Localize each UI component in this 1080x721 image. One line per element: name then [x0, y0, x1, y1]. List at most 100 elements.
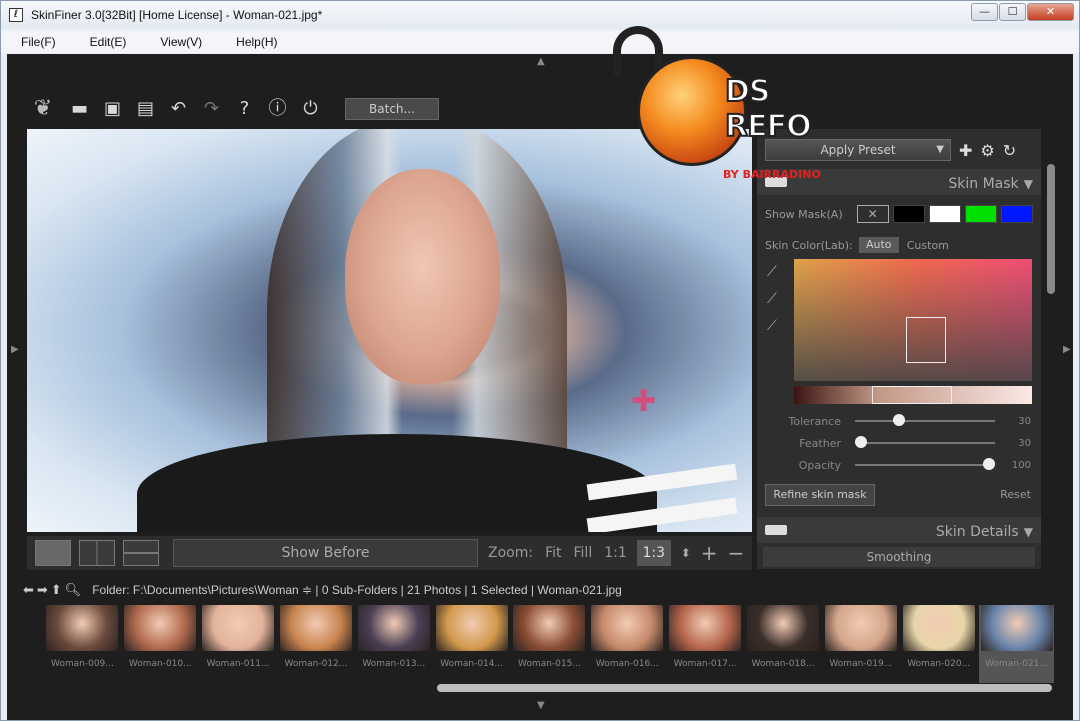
- collapse-bottom-icon[interactable]: ▼: [537, 700, 545, 711]
- eyedropper-remove-icon[interactable]: ⟋: [767, 318, 777, 334]
- thumbnail-item[interactable]: Woman-011...: [201, 605, 276, 683]
- opacity-label: Opacity: [798, 458, 841, 472]
- split-vertical-icon[interactable]: [79, 540, 115, 566]
- tone-range-selector[interactable]: [872, 386, 952, 404]
- filmstrip-scrollbar[interactable]: [437, 684, 1052, 692]
- help-icon[interactable]: ?: [228, 92, 261, 126]
- show-before-button[interactable]: Show Before: [173, 539, 478, 567]
- single-view-icon[interactable]: [35, 540, 71, 566]
- custom-button[interactable]: Custom: [907, 239, 949, 252]
- menu-edit[interactable]: Edit(E): [90, 35, 127, 49]
- mask-off-swatch[interactable]: ✕: [856, 205, 889, 223]
- folder-nav-icons[interactable]: ⬅➡⬆🔍︎: [23, 583, 84, 598]
- zoom-fill[interactable]: Fill: [574, 545, 593, 561]
- color-selection-box[interactable]: [906, 317, 946, 363]
- opacity-slider[interactable]: [855, 458, 995, 470]
- open-folder-icon[interactable]: ▬: [63, 92, 96, 126]
- slider-thumb[interactable]: [983, 458, 995, 470]
- collapse-left-icon[interactable]: ▶: [11, 344, 19, 355]
- menu-help[interactable]: Help(H): [236, 35, 277, 49]
- zoom-input[interactable]: 1:3: [636, 540, 671, 566]
- thumbnail-name: Woman-012...: [284, 659, 348, 669]
- thumbnail-image[interactable]: [279, 605, 352, 651]
- skin-details-header[interactable]: Skin Details ▼: [757, 517, 1041, 543]
- collapse-top-icon[interactable]: ▲: [537, 56, 545, 67]
- thumbnail-name: Woman-014...: [440, 659, 504, 669]
- collapse-right-icon[interactable]: ▶: [1063, 344, 1071, 355]
- feather-slider[interactable]: [855, 436, 995, 448]
- undo-icon[interactable]: ↶: [162, 92, 195, 126]
- gear-icon[interactable]: ⚙: [980, 141, 994, 160]
- thumbnail-image[interactable]: [902, 605, 975, 651]
- slider-thumb[interactable]: [893, 414, 906, 426]
- thumbnail-image[interactable]: [357, 605, 430, 651]
- thumbnail-item[interactable]: Woman-012...: [279, 605, 354, 683]
- mask-green-swatch[interactable]: [964, 205, 997, 223]
- thumbnail-image[interactable]: [202, 605, 275, 651]
- mask-black-swatch[interactable]: [892, 205, 925, 223]
- batch-button[interactable]: Batch...: [345, 98, 439, 120]
- close-button[interactable]: ✕: [1027, 3, 1074, 21]
- refresh-icon[interactable]: ↻: [1003, 141, 1016, 160]
- thumbnail-image[interactable]: [513, 605, 586, 651]
- thumbnail-item[interactable]: Woman-017...: [668, 605, 743, 683]
- window-title: SkinFiner 3.0[32Bit] [Home License] - Wo…: [31, 8, 323, 22]
- watermark-subtext: BY BAIRRADINO: [723, 168, 821, 181]
- mask-blue-swatch[interactable]: [1000, 205, 1033, 223]
- tolerance-slider[interactable]: [855, 414, 995, 426]
- thumbnail-item[interactable]: Woman-021...: [979, 605, 1054, 683]
- redo-icon[interactable]: ↷: [195, 92, 228, 126]
- watermark-logo: DS REFO BY BAIRRADINO: [613, 26, 848, 186]
- eyedropper-add-icon[interactable]: ⟋: [767, 291, 777, 307]
- reset-button[interactable]: Reset: [1000, 488, 1031, 501]
- thumbnail-image[interactable]: [124, 605, 197, 651]
- chevron-down-icon: ▼: [1023, 176, 1033, 191]
- panel-scrollbar[interactable]: [1047, 164, 1055, 294]
- thumbnail-image[interactable]: [980, 605, 1053, 651]
- minimize-button[interactable]: —: [971, 3, 998, 21]
- thumbnail-image[interactable]: [824, 605, 897, 651]
- mask-white-swatch[interactable]: [928, 205, 961, 223]
- skin-color-picker[interactable]: [794, 259, 1032, 381]
- thumbnail-item[interactable]: Woman-013...: [356, 605, 431, 683]
- slider-thumb[interactable]: [855, 436, 867, 448]
- eyedropper-icon[interactable]: ⟋: [767, 264, 777, 280]
- zoom-fit[interactable]: Fit: [545, 545, 561, 561]
- plugin-icon[interactable]: ⏻: [294, 92, 327, 126]
- save-icon[interactable]: ▣: [96, 92, 129, 126]
- thumbnail-item[interactable]: Woman-016...: [590, 605, 665, 683]
- skin-tone-bar[interactable]: [794, 386, 1032, 404]
- tolerance-label: Tolerance: [788, 414, 841, 428]
- thumbnail-image[interactable]: [747, 605, 820, 651]
- skin-details-toggle[interactable]: [765, 525, 787, 535]
- adjustment-panel: Apply Preset ▼ ✚ ⚙ ↻ Skin Mask ▼ Show Ma…: [757, 129, 1041, 569]
- info-icon[interactable]: ⓘ: [261, 92, 294, 126]
- refine-skin-mask-button[interactable]: Refine skin mask: [765, 484, 875, 506]
- add-preset-icon[interactable]: ✚: [959, 141, 972, 160]
- zoom-1-1[interactable]: 1:1: [604, 545, 627, 561]
- thumbnail-item[interactable]: Woman-020...: [901, 605, 976, 683]
- menu-view[interactable]: View(V): [160, 35, 202, 49]
- smoothing-section[interactable]: Smoothing: [763, 547, 1035, 567]
- thumbnail-item[interactable]: Woman-019...: [823, 605, 898, 683]
- app-icon: ℓ: [9, 8, 23, 22]
- thumbnail-image[interactable]: [435, 605, 508, 651]
- watermark-text: DS REFO: [724, 73, 813, 145]
- thumbnail-item[interactable]: Woman-009...: [45, 605, 120, 683]
- zoom-in-icon[interactable]: +: [701, 541, 718, 565]
- thumbnail-image[interactable]: [46, 605, 119, 651]
- save-as-icon[interactable]: ▤: [129, 92, 162, 126]
- thumbnail-item[interactable]: Woman-010...: [123, 605, 198, 683]
- thumbnail-item[interactable]: Woman-018...: [746, 605, 821, 683]
- menu-file[interactable]: File(F): [21, 35, 56, 49]
- thumbnail-image[interactable]: [591, 605, 664, 651]
- auto-button[interactable]: Auto: [858, 237, 899, 253]
- zoom-spinner-icon[interactable]: ⬍: [681, 546, 691, 560]
- split-horizontal-icon[interactable]: [123, 540, 159, 566]
- thumbnail-item[interactable]: Woman-015...: [512, 605, 587, 683]
- photo-canvas[interactable]: ✚: [27, 129, 752, 532]
- thumbnail-image[interactable]: [669, 605, 742, 651]
- zoom-out-icon[interactable]: −: [728, 541, 745, 565]
- thumbnail-item[interactable]: Woman-014...: [434, 605, 509, 683]
- maximize-button[interactable]: ☐: [999, 3, 1026, 21]
